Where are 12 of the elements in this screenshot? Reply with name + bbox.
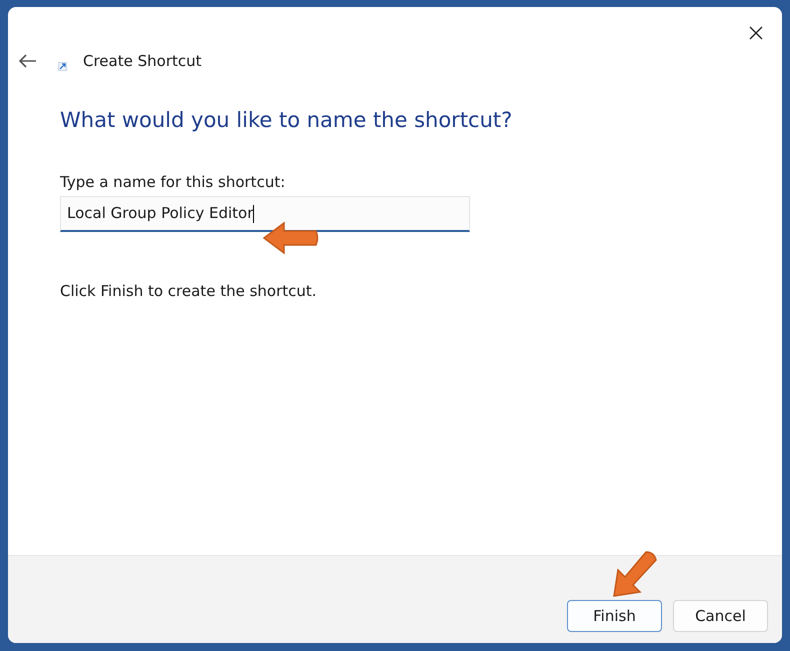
page-heading: What would you like to name the shortcut? — [60, 107, 514, 134]
back-arrow-icon — [19, 54, 37, 68]
dialog-button[interactable]: Cancel — [673, 600, 768, 632]
name-input-field[interactable]: Local Group Policy Editor — [60, 196, 470, 232]
field-label: Type a name for this shortcut: — [60, 172, 286, 192]
shortcut-icon — [58, 62, 67, 70]
close-icon — [749, 26, 763, 40]
input-value: Local Group Policy Editor — [67, 203, 254, 224]
window-title: Create Shortcut — [83, 50, 202, 72]
annotation-arrow-icon — [262, 221, 320, 255]
instruction-text: Click Finish to create the shortcut. — [60, 281, 318, 302]
dialog-button[interactable]: Finish — [567, 600, 662, 632]
